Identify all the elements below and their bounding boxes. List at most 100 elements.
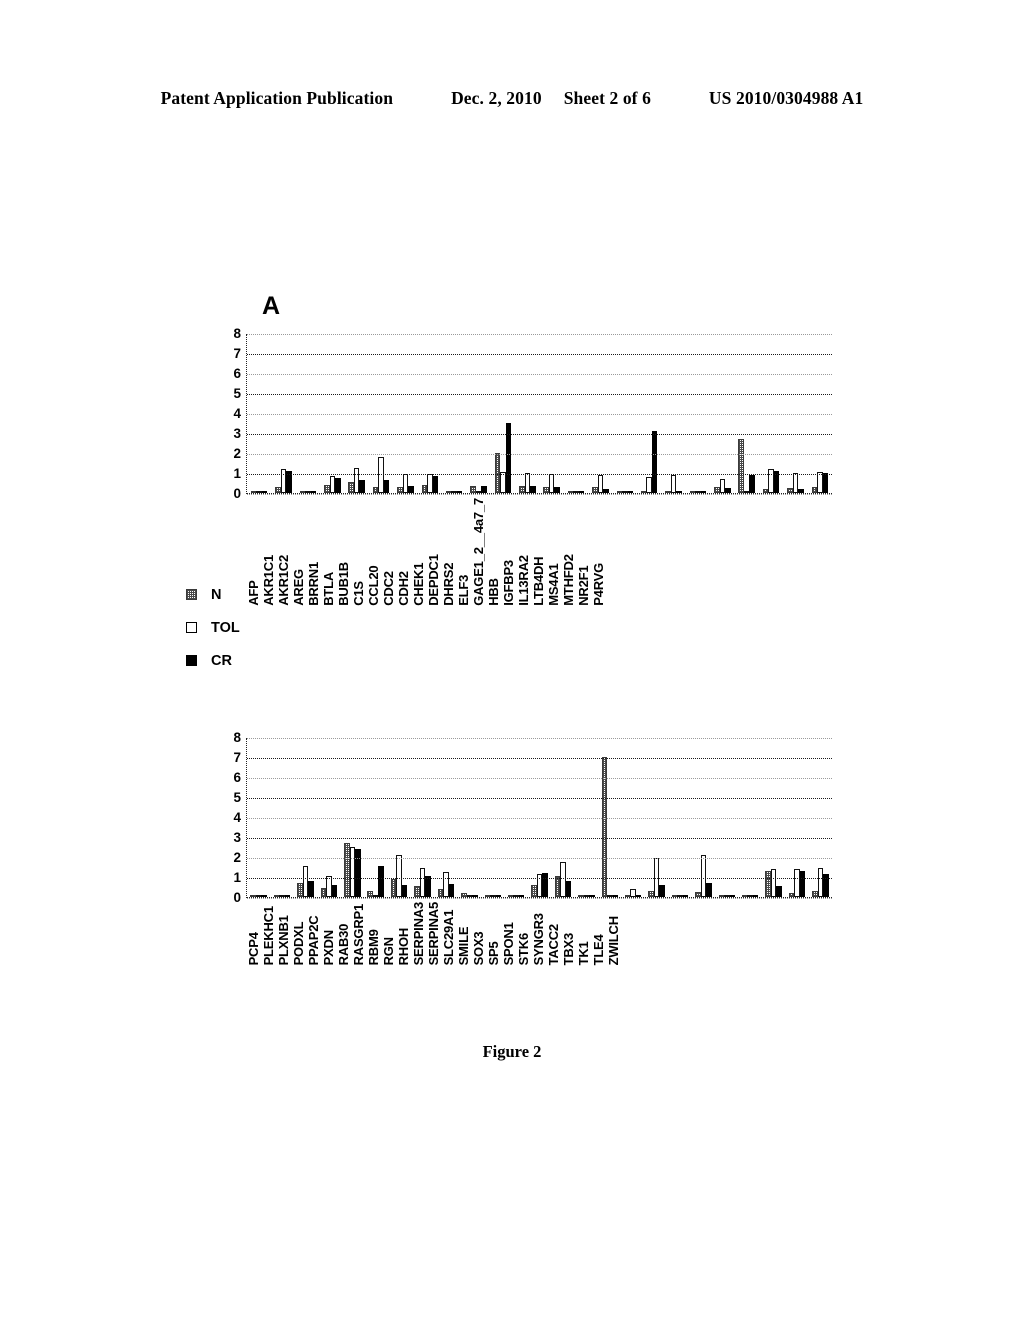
x-axis-label: ELF3 bbox=[456, 498, 471, 606]
x-axis-label: RBM9 bbox=[366, 902, 381, 965]
x-axis-label-text: CCL20 bbox=[366, 565, 381, 606]
gridline-8 bbox=[247, 738, 832, 739]
plot-area-a: 8 7 6 5 4 3 2 1 0 bbox=[233, 327, 832, 500]
x-axis-label: AFP bbox=[246, 498, 261, 605]
bar-cr bbox=[799, 871, 806, 897]
bar-cr bbox=[383, 480, 390, 493]
gridline-6 bbox=[247, 778, 832, 779]
x-axis-label-text: GAGE1_2__4a7_7 bbox=[471, 498, 486, 606]
x-axis-label-text: CHEK1 bbox=[411, 562, 426, 606]
bar-cr bbox=[706, 883, 712, 897]
legend-swatch-n-icon bbox=[186, 589, 197, 600]
x-axis-label: RASGRP1 bbox=[351, 902, 366, 965]
bar-cr bbox=[261, 895, 267, 897]
bar-cr bbox=[308, 881, 314, 897]
x-axis-label-text: BRRN1 bbox=[306, 562, 321, 606]
figure-caption: Figure 2 bbox=[482, 1042, 542, 1061]
x-axis-label-text: STK6 bbox=[516, 932, 531, 966]
x-axis-label-text: RGN bbox=[381, 937, 396, 966]
x-axis-label-text: AKR1C2 bbox=[276, 554, 291, 606]
legend-label-tol: TOL bbox=[211, 619, 240, 636]
x-axis-label: BTLA bbox=[321, 498, 336, 606]
x-axis-label: DHRS2 bbox=[441, 498, 456, 606]
gridline-4 bbox=[247, 818, 832, 819]
bar-cr bbox=[448, 884, 455, 897]
x-axis-label: MTHFD2 bbox=[561, 498, 576, 606]
gridline-3 bbox=[247, 838, 832, 839]
bar-cr bbox=[729, 895, 736, 897]
x-axis-label: GAGE1_2__4a7_7 bbox=[471, 498, 486, 606]
x-axis-label-text: ZWILCH bbox=[606, 916, 621, 966]
x-axis-label-text: BUB1B bbox=[336, 562, 351, 606]
x-axis-label-text: TBX3 bbox=[561, 932, 576, 966]
x-axis-label: RAB30 bbox=[336, 902, 351, 966]
x-axis-label-text: NR2F1 bbox=[576, 565, 591, 606]
x-axis-label-text: PLEKHC1 bbox=[261, 906, 276, 966]
x-axis-label-text: RASGRP1 bbox=[351, 903, 366, 966]
gridline-5 bbox=[247, 394, 832, 395]
gridline-1 bbox=[247, 474, 832, 475]
x-axis-label: IGFBP3 bbox=[501, 498, 516, 606]
gridline-0 bbox=[247, 494, 832, 495]
bar-cr bbox=[472, 895, 478, 897]
x-axis-label: CDH2 bbox=[396, 498, 411, 606]
bar-cr bbox=[432, 476, 439, 493]
bar-cr bbox=[725, 488, 731, 493]
header-sheet: Sheet 2 of 6 bbox=[563, 88, 651, 108]
y-axis-tick-4: 4 bbox=[233, 405, 241, 421]
gridline-3 bbox=[247, 434, 832, 435]
bar-cr bbox=[284, 895, 291, 897]
bar-cr bbox=[456, 491, 463, 493]
y-axis-tick-1: 1 bbox=[233, 465, 241, 481]
x-axis-label: PPAP2C bbox=[306, 902, 321, 966]
bar-cr bbox=[359, 480, 365, 493]
chart-legend: N TOL CR bbox=[186, 578, 240, 677]
x-axis-label: SP5 bbox=[486, 902, 501, 965]
bar-cr bbox=[554, 487, 560, 493]
x-axis-label: SMILE bbox=[456, 902, 471, 966]
x-axis-label-text: PODXL bbox=[291, 921, 306, 966]
x-axis-label-text: CDH2 bbox=[396, 571, 411, 606]
x-axis-label-text: DEPDC1 bbox=[426, 554, 441, 606]
bar-cr bbox=[331, 884, 338, 897]
bar-cr bbox=[578, 491, 585, 493]
legend-item-cr: CR bbox=[186, 644, 240, 677]
x-axis-label: TLE4 bbox=[591, 902, 606, 965]
gridline-4 bbox=[247, 414, 832, 415]
y-axis-tick-4: 4 bbox=[233, 809, 241, 825]
x-axis-label: MS4A1 bbox=[546, 498, 561, 606]
plot-area-b: 8 7 6 5 4 3 2 1 0 bbox=[233, 731, 832, 904]
x-axis-label: SLC29A1 bbox=[441, 902, 456, 966]
bar-cr bbox=[481, 486, 487, 493]
header-publication: Patent Application Publication bbox=[160, 88, 394, 108]
x-axis-label-text: HBB bbox=[486, 578, 501, 606]
x-axis-label-text: TLE4 bbox=[591, 934, 606, 966]
x-axis-label: BRRN1 bbox=[306, 498, 321, 606]
bar-cr bbox=[749, 475, 755, 493]
y-axis-tick-7: 7 bbox=[233, 345, 241, 361]
y-axis-tick-5: 5 bbox=[233, 789, 241, 805]
page-header: Patent Application Publication Dec. 2, 2… bbox=[0, 88, 1024, 109]
x-axis-label: RGN bbox=[381, 902, 396, 965]
x-axis-label: TACC2 bbox=[546, 902, 561, 965]
x-axis-label-text: CDC2 bbox=[381, 571, 396, 606]
bar-cr bbox=[589, 895, 595, 897]
x-axis-label-text: SPON1 bbox=[501, 922, 516, 966]
bar-cr bbox=[495, 895, 502, 897]
bar-cr bbox=[425, 876, 431, 897]
gridline-7 bbox=[247, 354, 832, 355]
bar-cr bbox=[798, 489, 804, 493]
panel-label-a: A bbox=[262, 292, 281, 320]
bar-cr bbox=[408, 486, 414, 493]
gridline-7 bbox=[247, 758, 832, 759]
bar-cr bbox=[676, 491, 682, 493]
y-axis-tick-8: 8 bbox=[233, 729, 241, 745]
legend-label-cr: CR bbox=[211, 652, 232, 669]
x-axis-label: HBB bbox=[486, 498, 501, 606]
legend-label-n: N bbox=[211, 586, 222, 603]
x-axis-label-text: ELF3 bbox=[456, 574, 471, 606]
x-axis-label: SERPINA3 bbox=[411, 902, 426, 965]
bar-cr bbox=[518, 895, 525, 897]
x-axis-label-text: MS4A1 bbox=[546, 563, 561, 606]
bar-cr bbox=[603, 489, 609, 493]
